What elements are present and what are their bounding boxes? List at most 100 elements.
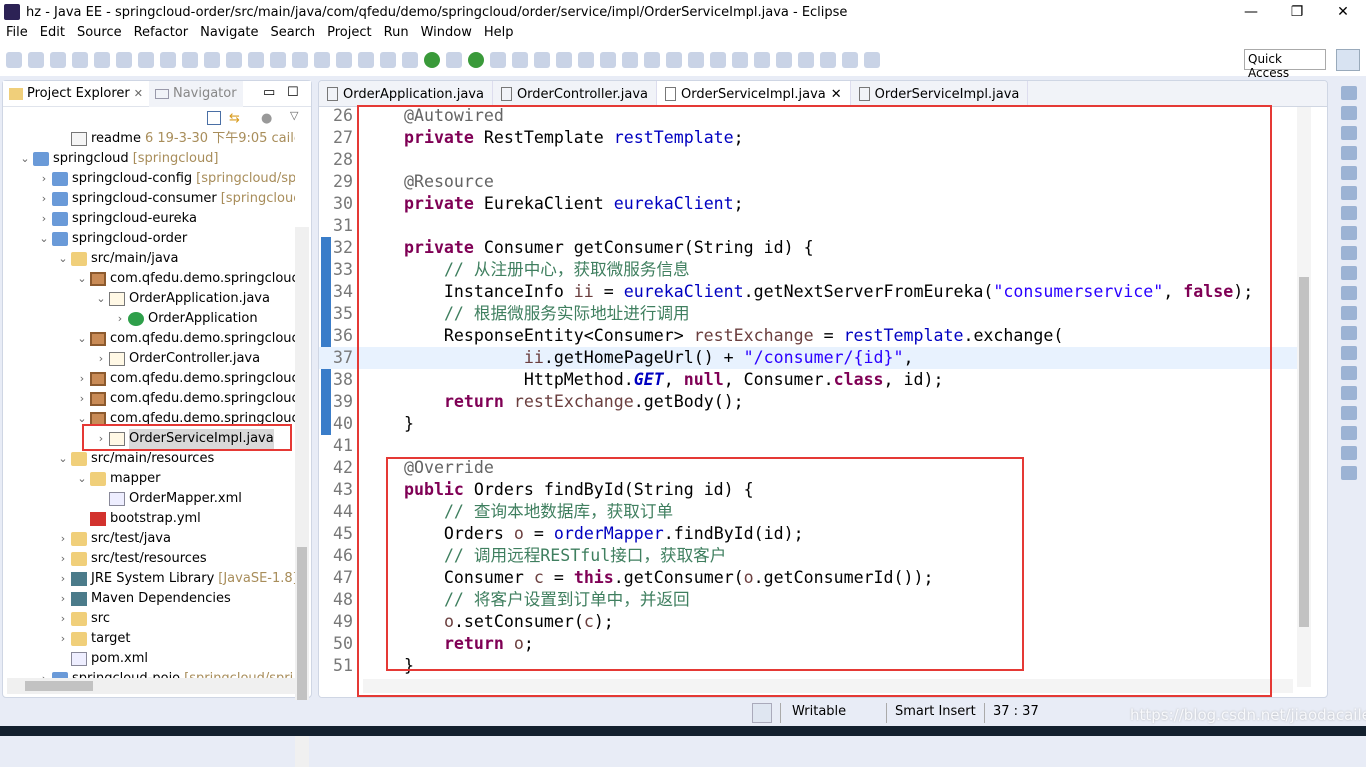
toolbar-icon[interactable]: [754, 52, 770, 68]
menu-run[interactable]: Run: [378, 24, 415, 44]
menu-navigate[interactable]: Navigate: [194, 24, 264, 44]
explorer-horizontal-scrollbar[interactable]: [7, 678, 297, 694]
toolbar-icon[interactable]: [314, 52, 330, 68]
view-shortcut-icon[interactable]: [1341, 106, 1357, 120]
toolbar-icon[interactable]: [226, 52, 242, 68]
toolbar-icon[interactable]: [842, 52, 858, 68]
toolbar-icon[interactable]: [94, 52, 110, 68]
view-shortcut-icon[interactable]: [1341, 406, 1357, 420]
toolbar-icon[interactable]: [644, 52, 660, 68]
menu-refactor[interactable]: Refactor: [128, 24, 195, 44]
expanded-chevron-icon[interactable]: ⌄: [55, 449, 71, 469]
tree-item[interactable]: ⌄ com.qfedu.demo.springclouc: [74, 269, 295, 289]
tree-item[interactable]: › springcloud-eureka: [36, 209, 197, 229]
view-shortcut-icon[interactable]: [1341, 386, 1357, 400]
tree-item[interactable]: › springcloud-config [springcloud/sp: [36, 169, 295, 189]
toolbar-icon[interactable]: [116, 52, 132, 68]
toolbar-icon[interactable]: [578, 52, 594, 68]
collapsed-chevron-icon[interactable]: ›: [55, 569, 71, 589]
tree-item[interactable]: › com.qfedu.demo.springclouc: [74, 369, 295, 389]
toolbar-icon[interactable]: [732, 52, 748, 68]
toolbar-icon[interactable]: [204, 52, 220, 68]
tree-item[interactable]: › target: [55, 629, 131, 649]
toolbar-icon[interactable]: [512, 52, 528, 68]
tree-item[interactable]: OrderMapper.xml: [93, 489, 242, 509]
perspective-button[interactable]: [1336, 49, 1360, 71]
toolbar-icon[interactable]: [28, 52, 44, 68]
close-button[interactable]: ✕: [1320, 0, 1366, 24]
toolbar-icon[interactable]: [688, 52, 704, 68]
expanded-chevron-icon[interactable]: ⌄: [55, 249, 71, 269]
maximize-view-icon[interactable]: ☐: [287, 85, 299, 100]
maximize-button[interactable]: ❐: [1274, 0, 1320, 24]
collapsed-chevron-icon[interactable]: ›: [55, 629, 71, 649]
toolbar-icon[interactable]: [556, 52, 572, 68]
editor-tab[interactable]: OrderController.java: [493, 81, 658, 107]
minimize-view-icon[interactable]: ▭: [263, 85, 275, 100]
menu-file[interactable]: File: [0, 24, 34, 44]
toolbar-icon[interactable]: [534, 52, 550, 68]
toolbar-icon[interactable]: [72, 52, 88, 68]
sync-icon[interactable]: [752, 703, 772, 723]
editor-tab[interactable]: OrderServiceImpl.java ✕: [657, 81, 851, 107]
view-shortcut-icon[interactable]: [1341, 306, 1357, 320]
toolbar-icon[interactable]: [270, 52, 286, 68]
view-shortcut-icon[interactable]: [1341, 346, 1357, 360]
tree-item[interactable]: › com.qfedu.demo.springclouc: [74, 389, 295, 409]
toolbar-icon[interactable]: [138, 52, 154, 68]
view-shortcut-icon[interactable]: [1341, 86, 1357, 100]
view-menu-icon[interactable]: ▽: [290, 109, 298, 122]
toolbar-icon[interactable]: [292, 52, 308, 68]
collapsed-chevron-icon[interactable]: ›: [55, 589, 71, 609]
tree-item[interactable]: › springcloud-consumer [springclouc: [36, 189, 295, 209]
toolbar-icon[interactable]: [380, 52, 396, 68]
toolbar-icon[interactable]: [160, 52, 176, 68]
toolbar-icon[interactable]: [336, 52, 352, 68]
toolbar-icon[interactable]: [864, 52, 880, 68]
toolbar-icon[interactable]: [776, 52, 792, 68]
tree-item[interactable]: ⌄ mapper: [74, 469, 160, 489]
expanded-chevron-icon[interactable]: ⌄: [74, 469, 90, 489]
tree-item[interactable]: › src: [55, 609, 110, 629]
tree-item[interactable]: › src/test/java: [55, 529, 171, 549]
view-shortcut-icon[interactable]: [1341, 226, 1357, 240]
toolbar-icon[interactable]: [6, 52, 22, 68]
close-tab-icon[interactable]: ✕: [831, 87, 842, 102]
collapsed-chevron-icon[interactable]: ›: [55, 609, 71, 629]
view-shortcut-icon[interactable]: [1341, 246, 1357, 260]
view-shortcut-icon[interactable]: [1341, 446, 1357, 460]
toolbar-icon[interactable]: [358, 52, 374, 68]
menu-source[interactable]: Source: [71, 24, 128, 44]
menu-search[interactable]: Search: [264, 24, 321, 44]
collapsed-chevron-icon[interactable]: ›: [93, 349, 109, 369]
toolbar-icon[interactable]: [798, 52, 814, 68]
toolbar-icon[interactable]: [50, 52, 66, 68]
collapsed-chevron-icon[interactable]: ›: [74, 389, 90, 409]
view-shortcut-icon[interactable]: [1341, 186, 1357, 200]
view-shortcut-icon[interactable]: [1341, 206, 1357, 220]
view-shortcut-icon[interactable]: [1341, 366, 1357, 380]
toolbar-icon[interactable]: [600, 52, 616, 68]
close-tab-icon[interactable]: ✕: [134, 87, 143, 100]
collapsed-chevron-icon[interactable]: ›: [55, 549, 71, 569]
tree-item[interactable]: pom.xml: [55, 649, 148, 669]
collapsed-chevron-icon[interactable]: ›: [36, 189, 52, 209]
tree-item[interactable]: bootstrap.yml: [74, 509, 201, 529]
toolbar-icon[interactable]: [248, 52, 264, 68]
toolbar-icon[interactable]: [820, 52, 836, 68]
collapsed-chevron-icon[interactable]: ›: [36, 209, 52, 229]
tab-project-explorer[interactable]: Project Explorer ✕: [3, 81, 149, 107]
expanded-chevron-icon[interactable]: ⌄: [17, 149, 33, 169]
expanded-chevron-icon[interactable]: ⌄: [36, 229, 52, 249]
collapsed-chevron-icon[interactable]: ›: [74, 369, 90, 389]
toolbar-icon[interactable]: [622, 52, 638, 68]
view-shortcut-icon[interactable]: [1341, 326, 1357, 340]
toolbar-icon[interactable]: [446, 52, 462, 68]
tree-item[interactable]: ⌄ src/main/java: [55, 249, 178, 269]
toolbar-icon[interactable]: [666, 52, 682, 68]
expanded-chevron-icon[interactable]: ⌄: [74, 269, 90, 289]
collapsed-chevron-icon[interactable]: ›: [36, 169, 52, 189]
toolbar-icon[interactable]: [182, 52, 198, 68]
toolbar-icon[interactable]: [402, 52, 418, 68]
minimize-button[interactable]: —: [1228, 0, 1274, 24]
